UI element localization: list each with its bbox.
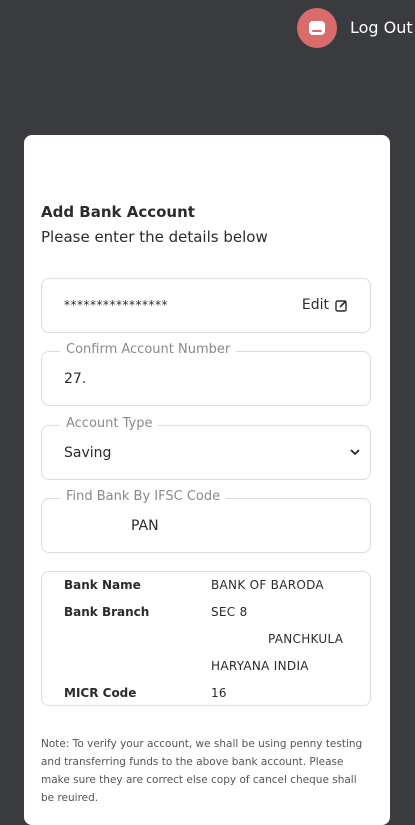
account-type-value: Saving xyxy=(64,445,112,461)
add-bank-card: Add Bank Account Please enter the detail… xyxy=(24,135,390,825)
confirm-account-label: Confirm Account Number xyxy=(60,342,237,357)
bank-branch-line2: PANCHKULA xyxy=(268,632,344,646)
verification-note: Note: To verify your account, we shall b… xyxy=(41,738,363,804)
edit-label: Edit xyxy=(301,297,329,313)
ifsc-label: Find Bank By IFSC Code xyxy=(60,489,227,504)
bank-branch-line1: SEC 8 xyxy=(211,605,248,619)
bank-name-label: Bank Name xyxy=(64,578,141,592)
account-number-masked: **************** xyxy=(64,298,168,312)
page-subtitle: Please enter the details below xyxy=(41,228,268,246)
chevron-down-icon[interactable] xyxy=(350,447,360,457)
account-type-select[interactable]: Account Type Saving xyxy=(41,416,371,480)
account-type-label: Account Type xyxy=(60,416,159,431)
avatar-glyph xyxy=(309,21,325,35)
logout-button[interactable]: Log Out xyxy=(350,18,413,37)
bank-name-value: BANK OF BARODA xyxy=(211,578,324,592)
micr-value: 16 xyxy=(211,686,227,700)
user-avatar-icon[interactable] xyxy=(297,8,337,48)
account-number-field[interactable]: **************** Edit xyxy=(41,278,371,333)
micr-label: MICR Code xyxy=(64,686,137,700)
ifsc-value: PAN xyxy=(131,518,159,534)
page-title: Add Bank Account xyxy=(41,203,195,221)
top-bar: Log Out xyxy=(0,0,415,60)
edit-icon[interactable] xyxy=(335,299,348,312)
bank-branch-line3: HARYANA INDIA xyxy=(211,659,309,673)
bank-details-panel: Bank Name BANK OF BARODA Bank Branch SEC… xyxy=(41,571,371,706)
edit-button[interactable]: Edit xyxy=(302,297,348,313)
bank-branch-label: Bank Branch xyxy=(64,605,150,619)
confirm-account-value: 27. xyxy=(64,371,87,387)
ifsc-field[interactable]: Find Bank By IFSC Code PAN xyxy=(41,489,371,553)
confirm-account-field[interactable]: Confirm Account Number 27. xyxy=(41,342,371,406)
